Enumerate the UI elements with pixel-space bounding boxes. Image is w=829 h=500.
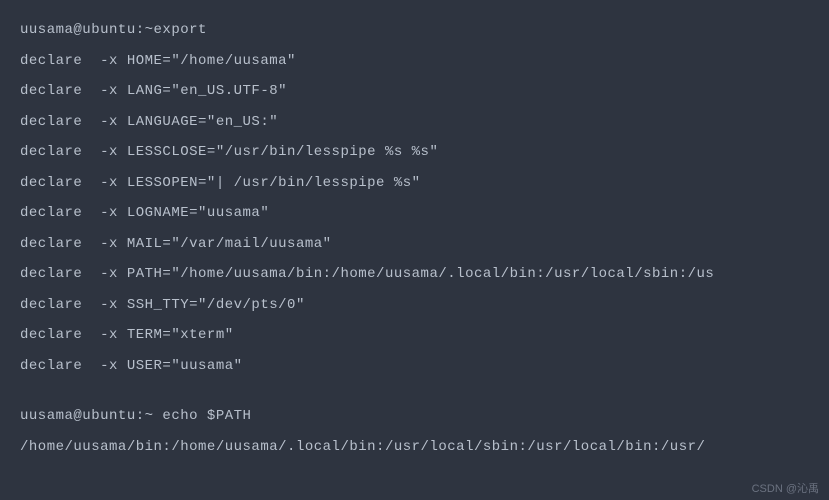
watermark-text: CSDN @沁禹 [752, 480, 819, 496]
terminal-line: declare -x LESSOPEN="| /usr/bin/lesspipe… [20, 171, 809, 196]
terminal-line: uusama@ubuntu:~ echo $PATH [20, 404, 809, 429]
terminal-output: uusama@ubuntu:~export declare -x HOME="/… [20, 18, 809, 459]
terminal-line: declare -x SSH_TTY="/dev/pts/0" [20, 293, 809, 318]
terminal-line: declare -x LESSCLOSE="/usr/bin/lesspipe … [20, 140, 809, 165]
terminal-line: declare -x LANG="en_US.UTF-8" [20, 79, 809, 104]
terminal-line: declare -x MAIL="/var/mail/uusama" [20, 232, 809, 257]
terminal-line: declare -x PATH="/home/uusama/bin:/home/… [20, 262, 809, 287]
terminal-blank-line [20, 384, 809, 404]
terminal-line: uusama@ubuntu:~export [20, 18, 809, 43]
terminal-line: declare -x HOME="/home/uusama" [20, 49, 809, 74]
terminal-line: declare -x TERM="xterm" [20, 323, 809, 348]
terminal-line: declare -x LOGNAME="uusama" [20, 201, 809, 226]
terminal-line: declare -x LANGUAGE="en_US:" [20, 110, 809, 135]
terminal-line: declare -x USER="uusama" [20, 354, 809, 379]
terminal-line: /home/uusama/bin:/home/uusama/.local/bin… [20, 435, 809, 460]
